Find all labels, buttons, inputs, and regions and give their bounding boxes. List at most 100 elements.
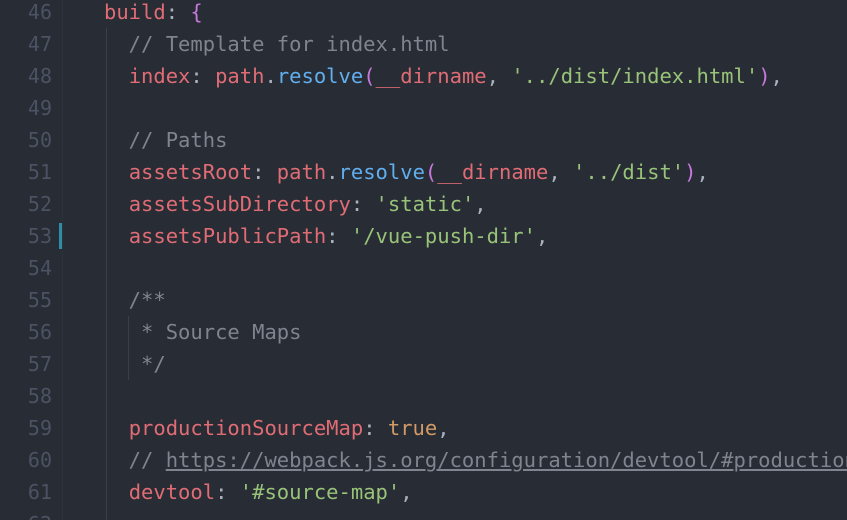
code-line[interactable]: 61 devtool: '#source-map', — [0, 476, 847, 508]
line-number: 55 — [27, 288, 52, 312]
line-text: */ — [104, 348, 166, 380]
code-token: , — [770, 64, 783, 88]
code-line[interactable]: 56 * Source Maps — [0, 316, 847, 348]
line-number: 49 — [27, 96, 52, 120]
code-token: : — [252, 160, 277, 184]
code-token: build — [104, 0, 166, 24]
line-number: 51 — [27, 160, 52, 184]
line-text: /** — [104, 284, 166, 316]
code-token: . — [326, 160, 339, 184]
code-line[interactable]: 48 index: path.resolve(__dirname, '../di… — [0, 60, 847, 92]
line-text: // Template for index.html — [104, 28, 450, 60]
code-area[interactable]: 46 build: {47 // Template for index.html 4… — [0, 0, 847, 520]
code-line[interactable]: 60 // https://webpack.js.org/configurati… — [0, 444, 847, 476]
code-token: , — [437, 416, 450, 440]
code-line[interactable]: 58 — [0, 380, 847, 412]
code-token: // Paths — [104, 128, 228, 152]
modified-line-marker — [59, 223, 62, 249]
line-number: 50 — [27, 128, 52, 152]
code-token: 'static' — [375, 192, 475, 216]
code-token: /** — [104, 288, 166, 312]
code-token: assetsRoot — [128, 160, 253, 184]
code-token: : — [363, 416, 388, 440]
line-number: 62 — [0, 508, 52, 520]
code-token: __dirname — [437, 160, 549, 184]
line-number: 47 — [27, 32, 52, 56]
code-token: , — [548, 160, 574, 184]
code-token: '../dist/index.html' — [511, 64, 759, 88]
line-number: 46 — [27, 0, 52, 24]
code-token: '/vue-push-dir' — [350, 224, 536, 248]
code-token: , — [536, 224, 549, 248]
code-token: productionSourceMap — [128, 416, 364, 440]
indent-guide — [106, 92, 107, 124]
code-token: path — [215, 64, 265, 88]
code-editor[interactable]: 46 build: {47 // Template for index.html 4… — [0, 0, 847, 520]
code-token: resolve — [338, 160, 425, 184]
code-token: true — [387, 416, 438, 440]
code-token: ( — [363, 64, 376, 88]
url-link[interactable]: https://webpack.js.org/configuration/dev… — [166, 448, 847, 472]
indent-guide — [106, 380, 107, 412]
code-line[interactable]: 50 // Paths — [0, 124, 847, 156]
code-token: assetsPublicPath — [128, 224, 327, 248]
code-token: , — [486, 64, 512, 88]
code-token: resolve — [276, 64, 364, 88]
line-text: // Paths — [104, 124, 228, 156]
code-line[interactable]: 52 assetsSubDirectory: 'static', — [0, 188, 847, 220]
line-number: 53 — [27, 224, 52, 248]
line-text: // https://webpack.js.org/configuration/… — [104, 444, 847, 476]
code-token: ) — [758, 64, 771, 88]
code-token: . — [264, 64, 277, 88]
code-token: ) — [684, 160, 697, 184]
code-token: , — [400, 480, 413, 504]
line-number: 60 — [27, 448, 52, 472]
code-line[interactable]: 62 — [0, 508, 847, 520]
code-token: */ — [104, 352, 166, 376]
code-token: : — [165, 0, 191, 24]
line-text: devtool: '#source-map', — [104, 476, 413, 508]
code-line[interactable]: 47 // Template for index.html — [0, 28, 847, 60]
code-line[interactable]: 46 build: { — [0, 0, 847, 28]
code-line[interactable]: 57 */ — [0, 348, 847, 380]
code-token: : — [215, 480, 240, 504]
code-line[interactable]: 53 assetsPublicPath: '/vue-push-dir', — [0, 220, 847, 252]
line-number: 54 — [27, 256, 52, 280]
line-number: 56 — [27, 320, 52, 344]
line-number: 48 — [27, 64, 52, 88]
line-number: 52 — [27, 192, 52, 216]
line-text: build: { — [104, 0, 203, 28]
code-line[interactable]: 59 productionSourceMap: true, — [0, 412, 847, 444]
code-token: '#source-map' — [239, 480, 401, 504]
code-line[interactable]: 55 /** — [0, 284, 847, 316]
code-token: : — [326, 224, 351, 248]
indent-guide — [106, 508, 107, 520]
code-line[interactable]: 54 — [0, 252, 847, 284]
code-line[interactable]: 49 — [0, 92, 847, 124]
code-token: path — [276, 160, 327, 184]
line-number: 61 — [27, 480, 52, 504]
code-token: * Source Maps — [104, 320, 302, 344]
indent-guide — [106, 252, 107, 284]
line-text: assetsPublicPath: '/vue-push-dir', — [104, 220, 549, 252]
code-token: { — [190, 0, 203, 24]
code-token: : — [190, 64, 216, 88]
code-token: : — [350, 192, 376, 216]
line-text: * Source Maps — [104, 316, 301, 348]
code-token: // — [104, 448, 166, 472]
code-token: __dirname — [375, 64, 487, 88]
line-number: 58 — [27, 384, 52, 408]
code-line[interactable]: 51 assetsRoot: path.resolve(__dirname, '… — [0, 156, 847, 188]
code-token: index — [128, 64, 191, 88]
code-token: , — [696, 160, 709, 184]
code-token: devtool — [128, 480, 216, 504]
line-number: 57 — [27, 352, 52, 376]
line-text: assetsSubDirectory: 'static', — [104, 188, 487, 220]
code-token: assetsSubDirectory — [128, 192, 351, 216]
code-token: ( — [424, 160, 438, 184]
line-text: index: path.resolve(__dirname, '../dist/… — [104, 60, 783, 92]
